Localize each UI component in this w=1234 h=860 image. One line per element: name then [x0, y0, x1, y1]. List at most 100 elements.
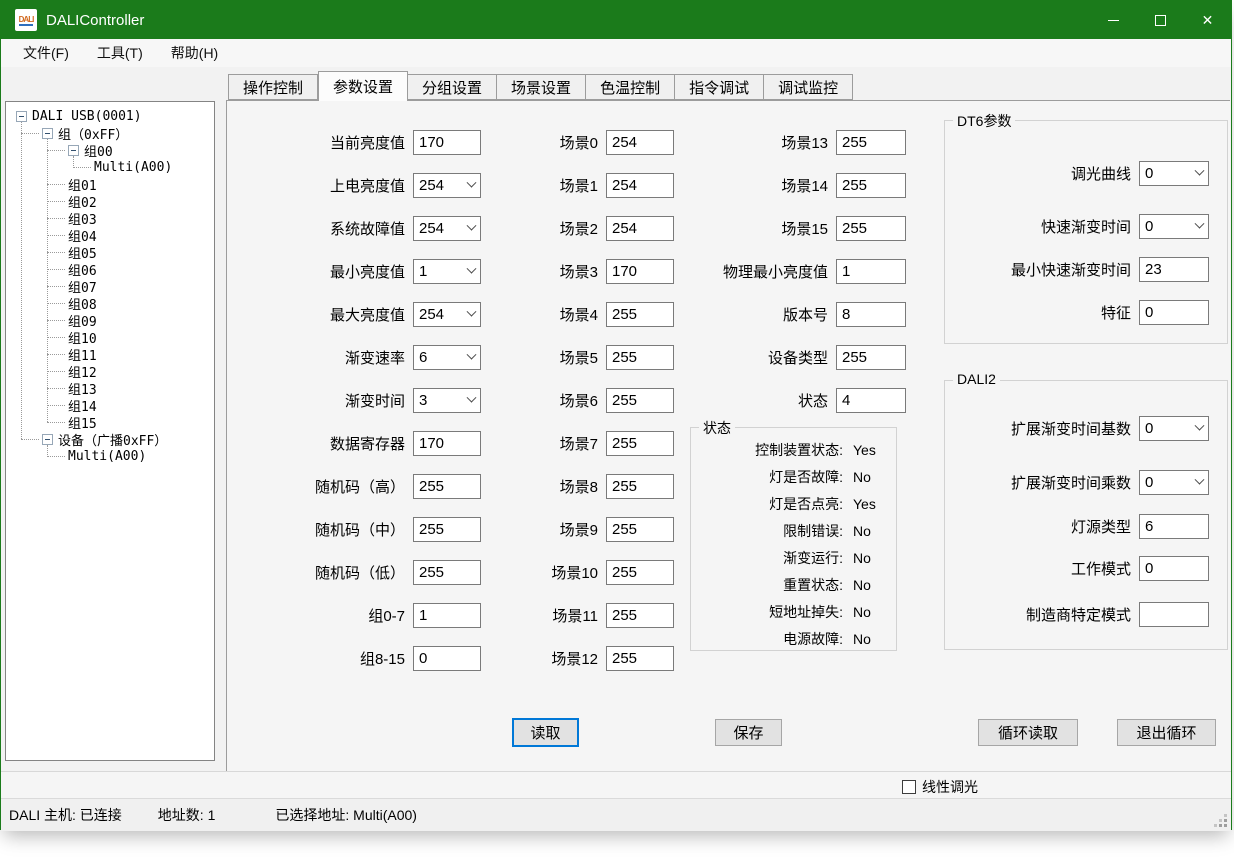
- status-row-label: 限制错误:: [691, 521, 843, 541]
- linear-dimming-option[interactable]: 线性调光: [902, 777, 978, 797]
- dali2-4-input[interactable]: [1139, 602, 1209, 627]
- col2-12-input[interactable]: [606, 646, 674, 671]
- tree-item-1[interactable]: 组（0xFF）: [6, 125, 214, 142]
- col1-1-combobox[interactable]: 254: [413, 173, 481, 198]
- tree-item-16[interactable]: 组13: [6, 380, 214, 397]
- col2-11-input[interactable]: [606, 603, 674, 628]
- col2-8-input[interactable]: [606, 474, 674, 499]
- tab-4[interactable]: 色温控制: [586, 74, 675, 100]
- tree-expander-minus-icon[interactable]: [42, 128, 53, 139]
- col2-10-input[interactable]: [606, 560, 674, 585]
- dali2-3-input[interactable]: [1139, 556, 1209, 581]
- col1-9-row: 随机码（中）: [255, 517, 481, 542]
- status-row-label: 灯是否故障:: [691, 467, 843, 487]
- tab-6[interactable]: 调试监控: [764, 74, 853, 100]
- tab-5[interactable]: 指令调试: [675, 74, 764, 100]
- col2-7-input[interactable]: [606, 431, 674, 456]
- linear-dimming-checkbox[interactable]: [902, 780, 916, 794]
- status-row-5: 重置状态:No: [691, 575, 896, 595]
- dt6-3-input[interactable]: [1139, 300, 1209, 325]
- col1-11-input[interactable]: [413, 603, 481, 628]
- col3-6-input[interactable]: [836, 388, 906, 413]
- resize-grip[interactable]: [1215, 815, 1231, 831]
- col2-1-input[interactable]: [606, 173, 674, 198]
- tree-expander-minus-icon[interactable]: [68, 145, 79, 156]
- tree-item-5[interactable]: 组02: [6, 193, 214, 210]
- tree-item-17[interactable]: 组14: [6, 397, 214, 414]
- dali2-1-combobox[interactable]: 0: [1139, 470, 1209, 495]
- tree-item-13[interactable]: 组10: [6, 329, 214, 346]
- tree-item-15[interactable]: 组12: [6, 363, 214, 380]
- maximize-button[interactable]: [1137, 1, 1184, 39]
- tree-item-6[interactable]: 组03: [6, 210, 214, 227]
- status-row-6: 短地址掉失:No: [691, 602, 896, 622]
- col1-4-combobox[interactable]: 254: [413, 302, 481, 327]
- read-button[interactable]: 读取: [512, 718, 579, 747]
- col2-2-input[interactable]: [606, 216, 674, 241]
- col1-0-input[interactable]: [413, 130, 481, 155]
- col1-8-input[interactable]: [413, 474, 481, 499]
- col3-4-input[interactable]: [836, 302, 906, 327]
- menu-item-0[interactable]: 文件(F): [9, 39, 83, 67]
- col2-3-input[interactable]: [606, 259, 674, 284]
- col3-0-input[interactable]: [836, 130, 906, 155]
- tree-item-9[interactable]: 组06: [6, 261, 214, 278]
- loop-read-button[interactable]: 循环读取: [978, 719, 1078, 746]
- tree-item-14[interactable]: 组11: [6, 346, 214, 363]
- col1-9-label: 随机码（中）: [255, 519, 405, 540]
- dt6-2-input[interactable]: [1139, 257, 1209, 282]
- col3-2-input[interactable]: [836, 216, 906, 241]
- menu-item-1[interactable]: 工具(T): [83, 39, 157, 67]
- tab-3[interactable]: 场景设置: [497, 74, 586, 100]
- col1-12-input[interactable]: [413, 646, 481, 671]
- col1-3-combobox[interactable]: 1: [413, 259, 481, 284]
- dali2-0-combobox[interactable]: 0: [1139, 416, 1209, 441]
- tree-item-10[interactable]: 组07: [6, 278, 214, 295]
- menu-item-2[interactable]: 帮助(H): [157, 39, 232, 67]
- dt6-1-combobox[interactable]: 0: [1139, 214, 1209, 239]
- col1-2-value: 254: [419, 220, 444, 237]
- tree-expander-minus-icon[interactable]: [16, 111, 27, 122]
- minimize-button[interactable]: [1090, 1, 1137, 39]
- col1-6-combobox[interactable]: 3: [413, 388, 481, 413]
- status-row-value: No: [853, 604, 871, 620]
- col2-5-input[interactable]: [606, 345, 674, 370]
- col3-5-row: 设备类型: [682, 345, 906, 370]
- tree-item-11[interactable]: 组08: [6, 295, 214, 312]
- tree-item-19[interactable]: 设备（广播0xFF）: [6, 431, 214, 448]
- col1-10-input[interactable]: [413, 560, 481, 585]
- col2-1-label: 场景1: [472, 175, 598, 196]
- col1-9-input[interactable]: [413, 517, 481, 542]
- col3-1-input[interactable]: [836, 173, 906, 198]
- dali2-2-input[interactable]: [1139, 514, 1209, 539]
- tree-item-0[interactable]: DALI USB(0001): [6, 108, 214, 125]
- tree-item-4[interactable]: 组01: [6, 176, 214, 193]
- tree-item-3[interactable]: Multi(A00): [6, 159, 214, 176]
- col1-5-combobox[interactable]: 6: [413, 345, 481, 370]
- minimize-icon: [1108, 20, 1119, 21]
- tree-expander-minus-icon[interactable]: [42, 434, 53, 445]
- col3-5-input[interactable]: [836, 345, 906, 370]
- tab-0[interactable]: 操作控制: [228, 74, 318, 100]
- col2-0-input[interactable]: [606, 130, 674, 155]
- col1-1-value: 254: [419, 177, 444, 194]
- col1-7-input[interactable]: [413, 431, 481, 456]
- exit-loop-button[interactable]: 退出循环: [1117, 719, 1216, 746]
- tree-item-8[interactable]: 组05: [6, 244, 214, 261]
- close-button[interactable]: ✕: [1184, 1, 1231, 39]
- col2-9-input[interactable]: [606, 517, 674, 542]
- col3-3-input[interactable]: [836, 259, 906, 284]
- dt6-0-combobox[interactable]: 0: [1139, 161, 1209, 186]
- col2-4-input[interactable]: [606, 302, 674, 327]
- tree-item-2[interactable]: 组00: [6, 142, 214, 159]
- tree-item-20[interactable]: Multi(A00): [6, 448, 214, 465]
- col1-2-combobox[interactable]: 254: [413, 216, 481, 241]
- tree-item-12[interactable]: 组09: [6, 312, 214, 329]
- tab-1[interactable]: 参数设置: [318, 71, 408, 101]
- tree-item-7[interactable]: 组04: [6, 227, 214, 244]
- col2-6-input[interactable]: [606, 388, 674, 413]
- col2-8-row: 场景8: [472, 474, 674, 499]
- tree-item-18[interactable]: 组15: [6, 414, 214, 431]
- save-button[interactable]: 保存: [715, 719, 782, 746]
- tab-2[interactable]: 分组设置: [408, 74, 497, 100]
